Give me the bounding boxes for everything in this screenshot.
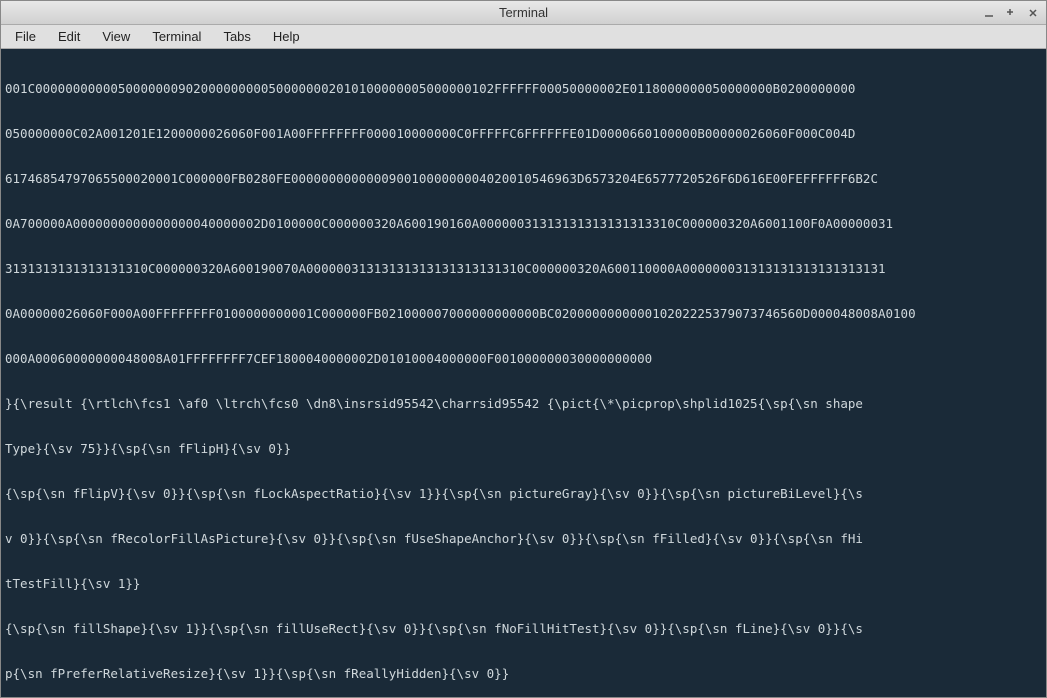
terminal-line: {\sp{\sn fFlipV}{\sv 0}}{\sp{\sn fLockAs… [5,486,1042,501]
menu-terminal[interactable]: Terminal [142,27,211,46]
close-button[interactable] [1026,6,1040,20]
terminal-line: 000A00060000000048008A01FFFFFFFF7CEF1800… [5,351,1042,366]
close-icon [1028,8,1038,18]
titlebar: Terminal [1,1,1046,25]
maximize-button[interactable] [1004,6,1018,20]
terminal-line: 050000000C02A001201E1200000026060F001A00… [5,126,1042,141]
menu-tabs[interactable]: Tabs [213,27,260,46]
terminal-window: Terminal File Edit View Terminal Tabs He… [0,0,1047,698]
minimize-button[interactable] [982,6,996,20]
menu-edit[interactable]: Edit [48,27,90,46]
maximize-icon [1006,8,1016,18]
terminal-line: v 0}}{\sp{\sn fRecolorFillAsPicture}{\sv… [5,531,1042,546]
terminal-line: }{\result {\rtlch\fcs1 \af0 \ltrch\fcs0 … [5,396,1042,411]
menu-help[interactable]: Help [263,27,310,46]
window-controls [982,6,1040,20]
minimize-icon [984,8,994,18]
terminal-line: tTestFill}{\sv 1}} [5,576,1042,591]
menu-file[interactable]: File [5,27,46,46]
terminal-line: 001C000000000005000000090200000000050000… [5,81,1042,96]
terminal-line: Type}{\sv 75}}{\sp{\sn fFlipH}{\sv 0}} [5,441,1042,456]
window-title: Terminal [499,5,548,20]
terminal-line: 3131313131313131310C000000320A600190070A… [5,261,1042,276]
terminal-output[interactable]: 001C000000000005000000090200000000050000… [1,49,1046,697]
terminal-line: {\sp{\sn fillShape}{\sv 1}}{\sp{\sn fill… [5,621,1042,636]
menu-view[interactable]: View [92,27,140,46]
menubar: File Edit View Terminal Tabs Help [1,25,1046,49]
terminal-line: p{\sn fPreferRelativeResize}{\sv 1}}{\sp… [5,666,1042,681]
terminal-line: 0A00000026060F000A00FFFFFFFF010000000000… [5,306,1042,321]
terminal-line: 61746854797065500020001C000000FB0280FE00… [5,171,1042,186]
terminal-line: 0A700000A0000000000000000040000002D01000… [5,216,1042,231]
